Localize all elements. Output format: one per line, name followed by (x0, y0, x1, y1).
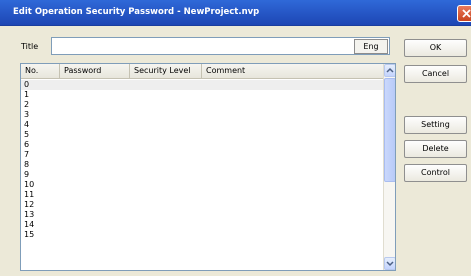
column-header-security-level[interactable]: Security Level (130, 64, 202, 78)
table-row[interactable]: 9 (21, 170, 383, 180)
table-row[interactable]: 10 (21, 180, 383, 190)
window-title: Edit Operation Security Password - NewPr… (13, 7, 260, 17)
scroll-up-button[interactable] (384, 64, 395, 77)
ok-button[interactable]: OK (404, 39, 467, 57)
table-row[interactable]: 3 (21, 110, 383, 120)
list-header: No. Password Security Level Comment (21, 64, 383, 79)
table-row[interactable]: 15 (21, 230, 383, 240)
table-row[interactable]: 1 (21, 90, 383, 100)
table-row[interactable]: 5 (21, 130, 383, 140)
column-header-comment[interactable]: Comment (202, 64, 383, 78)
title-input[interactable] (51, 37, 390, 55)
table-row[interactable]: 4 (21, 120, 383, 130)
table-row[interactable]: 0 (21, 80, 383, 90)
cancel-button[interactable]: Cancel (404, 65, 467, 83)
table-row[interactable]: 12 (21, 200, 383, 210)
title-label: Title (21, 42, 39, 51)
table-row[interactable]: 6 (21, 140, 383, 150)
table-row[interactable]: 14 (21, 220, 383, 230)
title-bar[interactable]: Edit Operation Security Password - NewPr… (0, 0, 471, 26)
table-row[interactable]: 8 (21, 160, 383, 170)
close-icon (462, 9, 471, 18)
table-row[interactable]: 7 (21, 150, 383, 160)
table-row[interactable]: 11 (21, 190, 383, 200)
password-list[interactable]: No. Password Security Level Comment 0 1 … (20, 63, 396, 271)
chevron-down-icon (386, 261, 394, 267)
scroll-thumb[interactable] (384, 78, 395, 182)
eng-button[interactable]: Eng (354, 39, 388, 54)
control-button[interactable]: Control (404, 164, 467, 182)
column-header-password[interactable]: Password (60, 64, 130, 78)
table-row[interactable]: 2 (21, 100, 383, 110)
delete-button[interactable]: Delete (404, 140, 467, 158)
column-header-no[interactable]: No. (21, 64, 60, 78)
close-button[interactable] (457, 5, 471, 22)
chevron-up-icon (386, 67, 394, 73)
setting-button[interactable]: Setting (404, 116, 467, 134)
dialog-window: Edit Operation Security Password - NewPr… (0, 0, 471, 276)
scroll-down-button[interactable] (384, 257, 395, 270)
vertical-scrollbar[interactable] (383, 64, 395, 270)
table-row[interactable]: 13 (21, 210, 383, 220)
